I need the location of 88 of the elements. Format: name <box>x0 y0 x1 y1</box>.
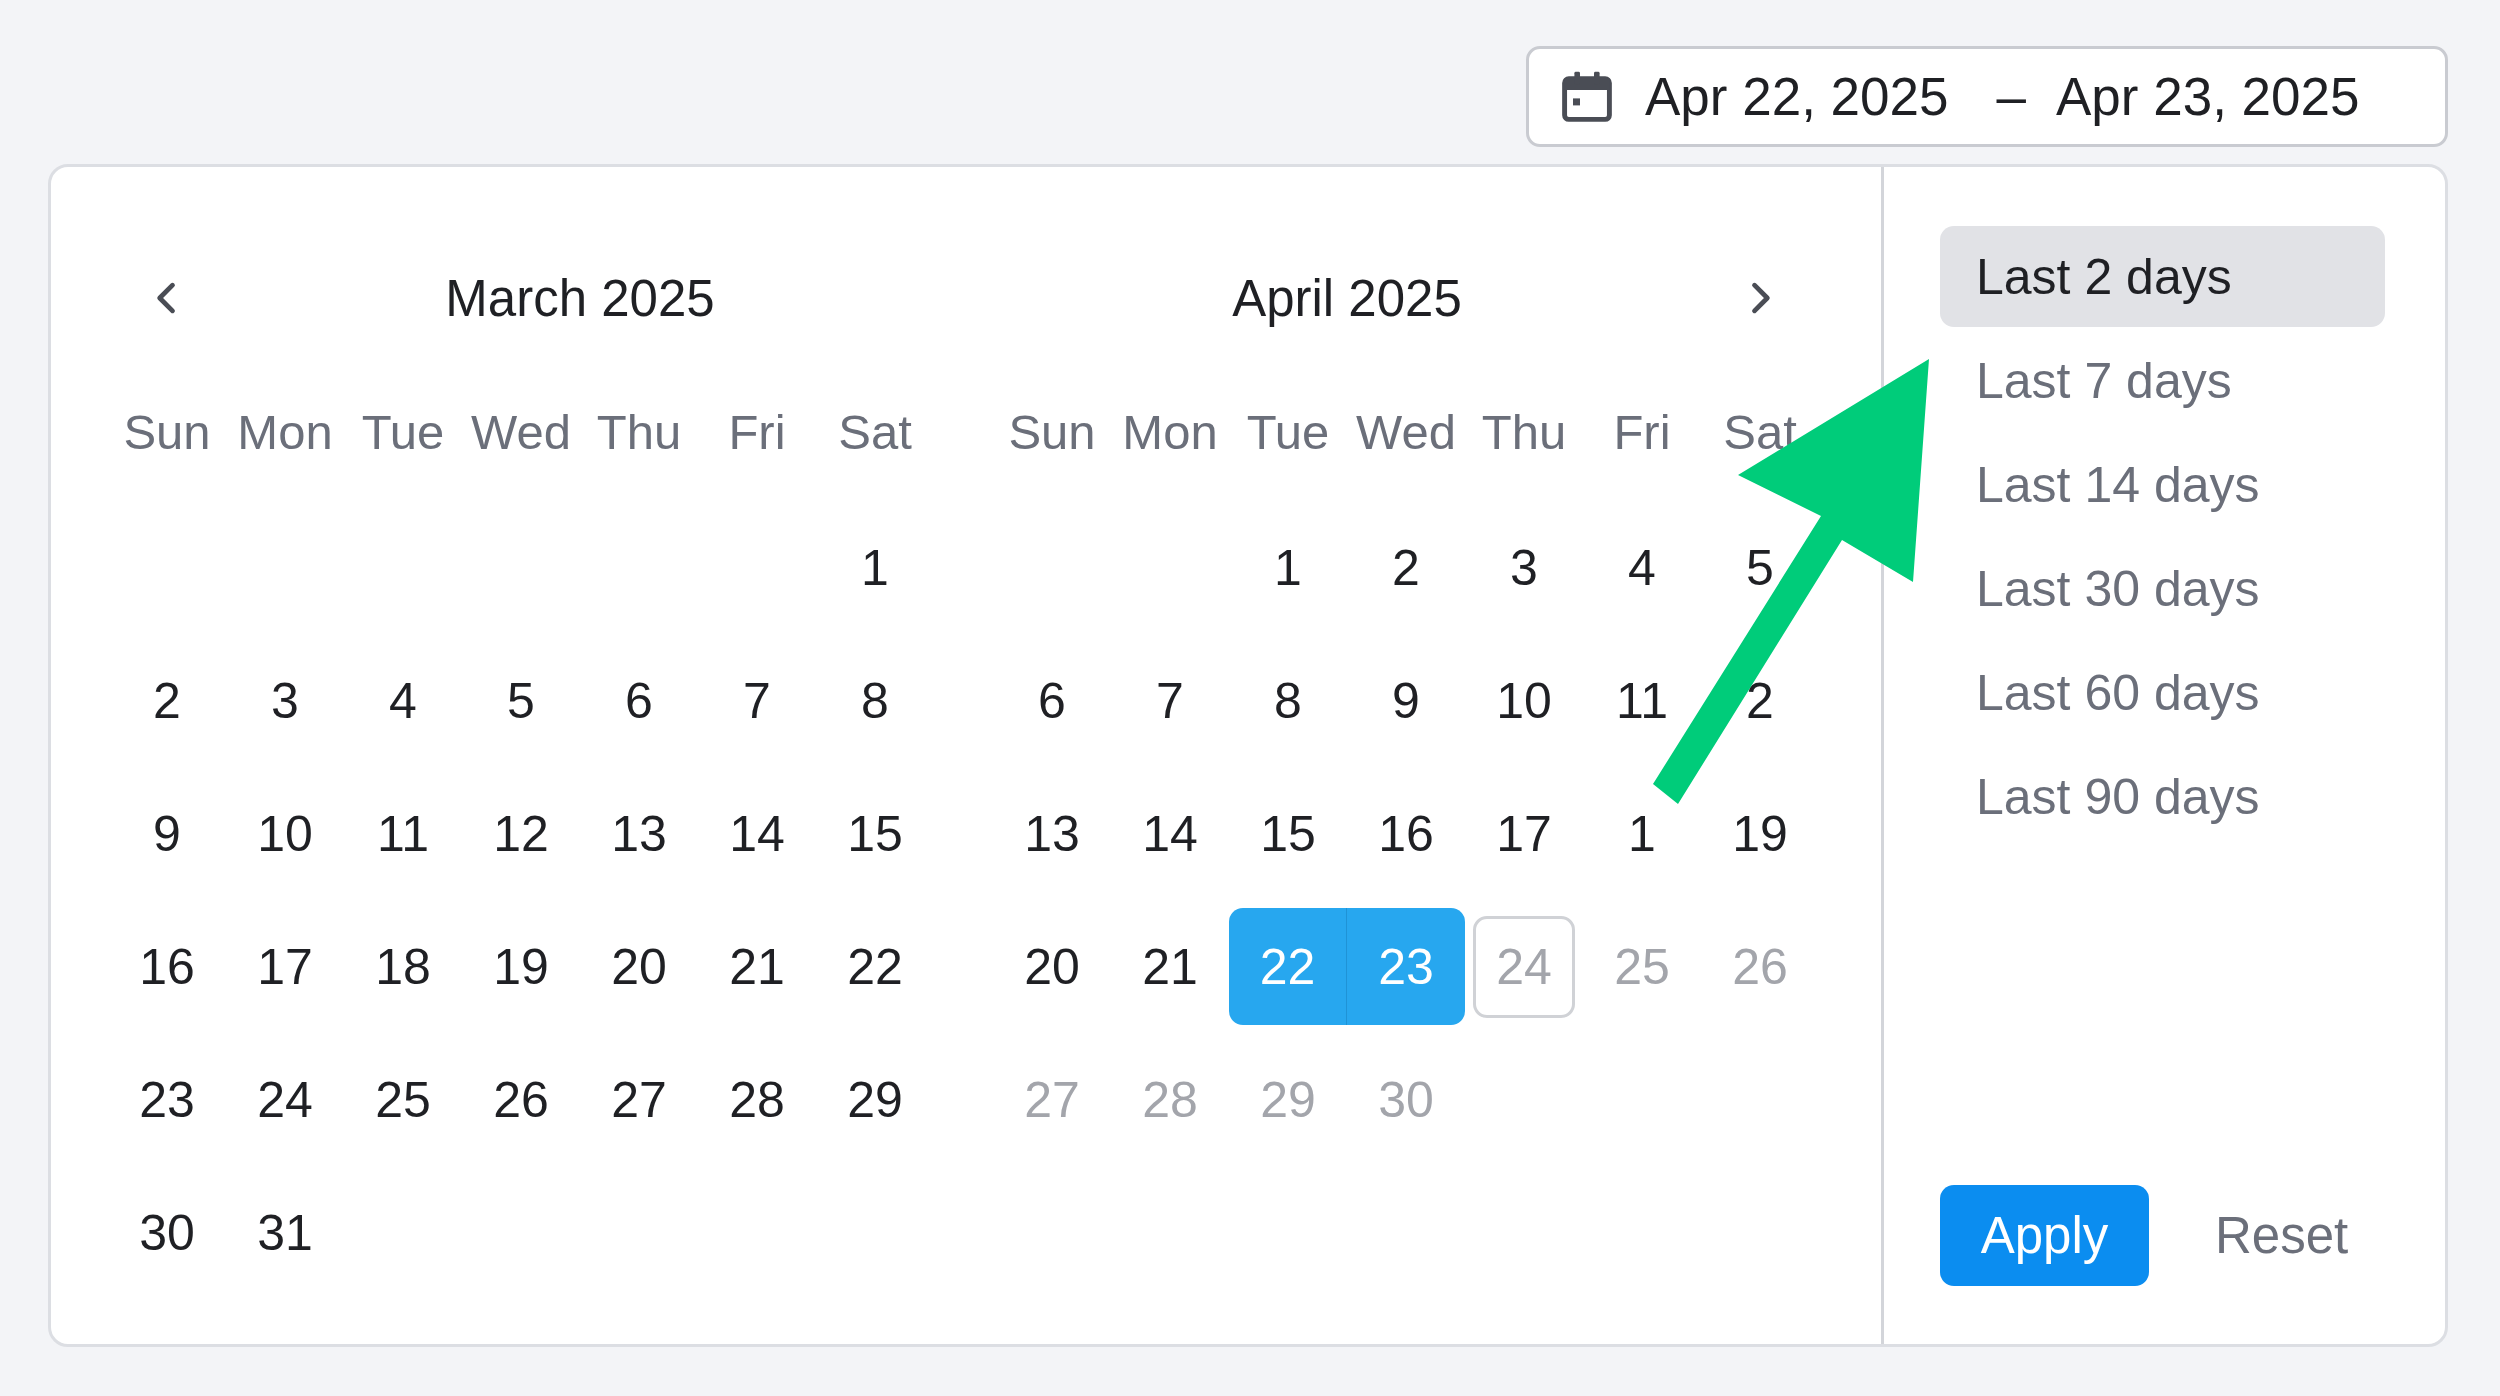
day-cell: 24 <box>1473 915 1575 1018</box>
day-cell[interactable]: 13 <box>1024 808 1080 859</box>
day-cell[interactable]: 28 <box>729 1074 785 1125</box>
preset-option[interactable]: Last 7 days <box>1940 330 2385 431</box>
weekday-label: Sun <box>1008 404 1096 460</box>
day-cell: 29 <box>1260 1074 1316 1125</box>
start-date: Apr 22, 2025 <box>1645 66 1949 127</box>
day-cell: 26 <box>1732 941 1788 992</box>
weekday-label: Wed <box>1356 404 1456 460</box>
day-cell[interactable]: 29 <box>847 1074 903 1125</box>
month-title: March 2025 <box>445 268 715 328</box>
weekday-label: Tue <box>1246 404 1330 460</box>
preset-option[interactable]: Last 60 days <box>1940 642 2385 743</box>
weekday-label: Thu <box>596 404 682 460</box>
day-cell[interactable]: 6 <box>1038 675 1066 726</box>
weekday-label: Sat <box>838 404 912 460</box>
weekday-label: Fri <box>728 404 786 460</box>
day-cell[interactable]: 2 <box>1392 542 1420 593</box>
day-cell[interactable]: 1 <box>1628 808 1656 859</box>
day-cell[interactable]: 2 <box>153 675 181 726</box>
day-cell: 28 <box>1142 1074 1198 1125</box>
day-cell[interactable]: 7 <box>743 675 771 726</box>
day-cell[interactable]: 10 <box>1496 675 1552 726</box>
day-cell[interactable]: 15 <box>1260 808 1316 859</box>
day-cell[interactable]: 31 <box>257 1207 313 1258</box>
weekday-label: Tue <box>361 404 445 460</box>
day-cell[interactable]: 7 <box>1156 675 1184 726</box>
day-cell[interactable]: 3 <box>271 675 299 726</box>
day-cell[interactable]: 6 <box>625 675 653 726</box>
day-cell[interactable]: 25 <box>375 1074 431 1125</box>
day-cell[interactable]: 1 <box>1274 542 1302 593</box>
day-cell[interactable]: 30 <box>139 1207 195 1258</box>
day-cell[interactable]: 9 <box>1392 675 1420 726</box>
day-cell[interactable]: 3 <box>1510 542 1538 593</box>
day-cell[interactable]: 4 <box>389 675 417 726</box>
weekday-label: Fri <box>1613 404 1671 460</box>
day-cell[interactable]: 1 <box>861 542 889 593</box>
day-cell: 25 <box>1614 941 1670 992</box>
weekday-label: Thu <box>1481 404 1567 460</box>
day-cell[interactable]: 20 <box>611 941 667 992</box>
day-cell[interactable]: 23 <box>139 1074 195 1125</box>
day-cell: 30 <box>1378 1074 1434 1125</box>
day-cell[interactable]: 27 <box>611 1074 667 1125</box>
day-cell[interactable]: 8 <box>1274 675 1302 726</box>
day-cell[interactable]: 20 <box>1024 941 1080 992</box>
day-cell[interactable]: 5 <box>507 675 535 726</box>
day-cell[interactable]: 19 <box>1732 808 1788 859</box>
day-cell: 27 <box>1024 1074 1080 1125</box>
day-cell[interactable]: 14 <box>729 808 785 859</box>
weekday-label: Mon <box>237 404 333 460</box>
day-cell[interactable]: 11 <box>377 808 429 859</box>
day-cell[interactable]: 11 <box>1616 675 1668 726</box>
day-cell[interactable]: 24 <box>257 1074 313 1125</box>
chevron-left-icon[interactable] <box>156 281 178 315</box>
day-cell[interactable]: 13 <box>611 808 667 859</box>
day-cell[interactable]: 14 <box>1142 808 1198 859</box>
day-cell[interactable]: 16 <box>1378 808 1434 859</box>
day-cell[interactable]: 15 <box>847 808 903 859</box>
day-cell[interactable]: 22 <box>847 941 903 992</box>
weekday-label: Mon <box>1122 404 1218 460</box>
date-range-button[interactable]: Apr 22, 2025 – Apr 23, 2025 <box>1526 46 2448 147</box>
month-title: April 2025 <box>1232 268 1462 328</box>
range-separator: – <box>1996 66 2026 127</box>
day-cell[interactable]: 2 <box>1746 675 1774 726</box>
day-cell[interactable]: 21 <box>1142 941 1198 992</box>
day-cell[interactable]: 17 <box>1496 808 1552 859</box>
weekday-label: Sat <box>1723 404 1797 460</box>
day-cell[interactable]: 26 <box>493 1074 549 1125</box>
preset-option[interactable]: Last 30 days <box>1940 538 2385 639</box>
day-cell[interactable]: 19 <box>493 941 549 992</box>
day-cell[interactable]: 10 <box>257 808 313 859</box>
day-cell[interactable]: 5 <box>1746 542 1774 593</box>
weekday-label: Sun <box>123 404 211 460</box>
preset-option[interactable]: Last 2 days <box>1940 226 2385 327</box>
chevron-right-icon[interactable] <box>1749 281 1771 315</box>
day-cell[interactable]: 9 <box>153 808 181 859</box>
end-date: Apr 23, 2025 <box>2056 66 2360 127</box>
day-cell[interactable]: 21 <box>729 941 785 992</box>
reset-button[interactable]: Reset <box>2215 1206 2349 1265</box>
weekday-label: Wed <box>471 404 571 460</box>
preset-option[interactable]: Last 14 days <box>1940 434 2385 535</box>
day-cell[interactable]: 4 <box>1628 542 1656 593</box>
day-cell[interactable]: 8 <box>861 675 889 726</box>
preset-option[interactable]: Last 90 days <box>1940 746 2385 847</box>
day-cell[interactable]: 16 <box>139 941 195 992</box>
day-cell[interactable]: 18 <box>375 941 431 992</box>
day-cell[interactable]: 12 <box>493 808 549 859</box>
day-cell[interactable]: 17 <box>257 941 313 992</box>
